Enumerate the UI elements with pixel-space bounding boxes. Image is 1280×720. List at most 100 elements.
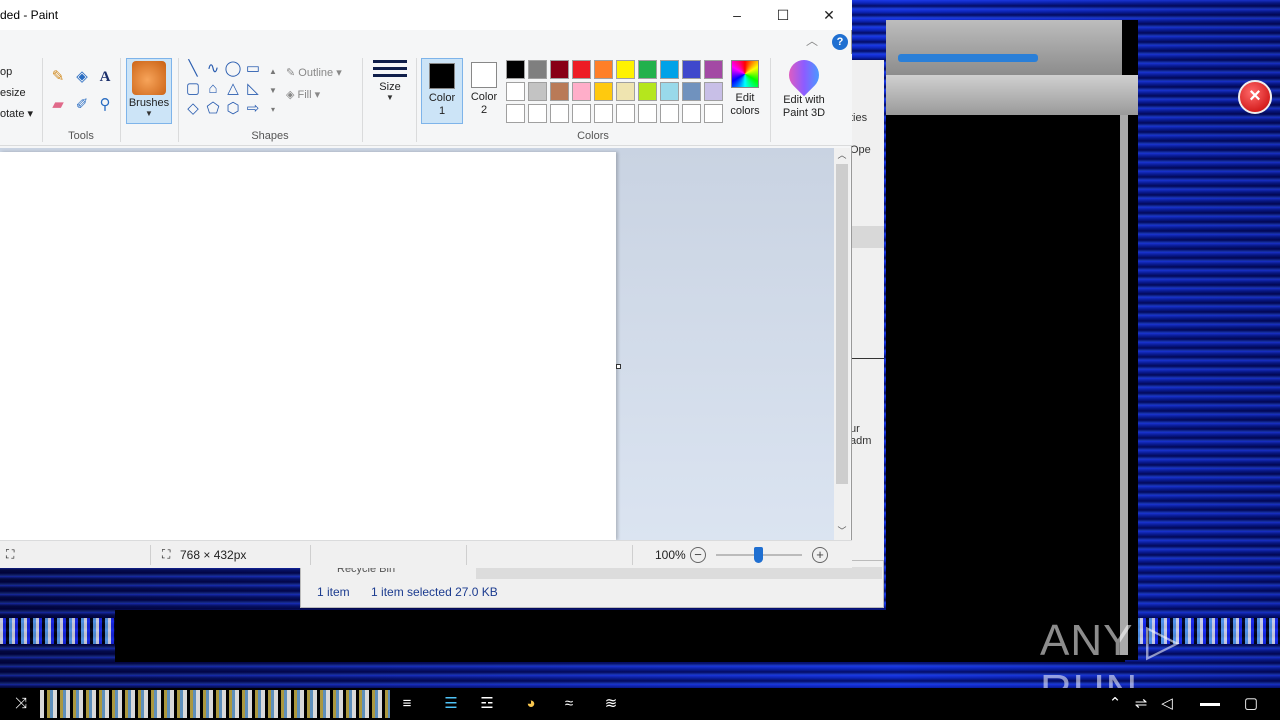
palette-swatch[interactable] <box>704 82 723 101</box>
oval-shape-icon[interactable]: ◯ <box>224 60 242 78</box>
color2-button[interactable]: Color 2 <box>466 58 502 124</box>
palette-swatch[interactable] <box>594 82 613 101</box>
palette-swatch[interactable] <box>616 82 635 101</box>
explorer-item-count: 1 item <box>317 585 350 599</box>
palette-swatch[interactable] <box>550 104 569 123</box>
palette-swatch[interactable] <box>572 104 591 123</box>
resize-handle[interactable] <box>616 364 621 369</box>
eraser-icon[interactable]: ▰ <box>49 96 67 114</box>
polygon-shape-icon[interactable]: ⌂ <box>204 80 222 98</box>
tray-overflow-icon[interactable]: ⌃ <box>1104 694 1126 714</box>
color-picker-icon[interactable]: ✐ <box>73 96 91 114</box>
colors-group-label: Colors <box>577 130 609 142</box>
palette-swatch[interactable] <box>506 104 525 123</box>
explorer-scrollbar[interactable] <box>476 567 882 579</box>
rotate-button[interactable]: otate ▾ <box>0 104 33 125</box>
palette-swatch[interactable] <box>572 60 591 79</box>
palette-swatch[interactable] <box>594 60 613 79</box>
palette-swatch[interactable] <box>704 104 723 123</box>
palette-swatch[interactable] <box>506 82 525 101</box>
color1-button[interactable]: Color 1 <box>421 58 463 124</box>
palette-swatch[interactable] <box>616 60 635 79</box>
resize-button[interactable]: esize <box>0 83 33 104</box>
palette-swatch[interactable] <box>660 82 679 101</box>
taskbar-app-icon[interactable]: ≋ <box>600 694 622 714</box>
pencil-icon[interactable]: ✎ <box>49 68 67 86</box>
notification-icon[interactable]: ▢ <box>1240 694 1262 714</box>
palette-swatch[interactable] <box>682 104 701 123</box>
shapes-gallery[interactable]: ╲ ∿ ◯ ▭ ▢ ⌂ △ ◺ ◇ ⬠ ⬡ ⇨ <box>184 60 268 122</box>
palette-swatch[interactable] <box>660 60 679 79</box>
crop-button[interactable]: op <box>0 62 33 83</box>
right-triangle-shape-icon[interactable]: ◺ <box>244 80 262 98</box>
maximize-button[interactable]: ☐ <box>760 0 806 30</box>
palette-swatch[interactable] <box>638 82 657 101</box>
hexagon-shape-icon[interactable]: ⬡ <box>224 100 242 118</box>
vertical-scrollbar[interactable]: ︿ ﹀ <box>834 148 850 540</box>
outline-icon: ✎ <box>286 67 299 79</box>
edit-with-paint3d-button[interactable]: Edit with Paint 3D <box>776 53 832 120</box>
palette-swatch[interactable] <box>638 104 657 123</box>
volume-icon[interactable]: ◁ <box>1156 694 1178 714</box>
minimize-button[interactable]: – <box>714 0 760 30</box>
rectangle-shape-icon[interactable]: ▭ <box>244 60 262 78</box>
rainbow-palette-icon <box>731 60 759 88</box>
explorer-divider <box>850 358 884 359</box>
brushes-button[interactable]: Brushes ▼ <box>126 58 172 124</box>
arrow-shape-icon[interactable]: ⇨ <box>244 100 262 118</box>
palette-swatch[interactable] <box>528 104 547 123</box>
taskbar-app-icon[interactable]: ☰ <box>440 694 462 714</box>
help-button[interactable]: ? <box>832 34 848 50</box>
shapes-scroll[interactable]: ▲ ▼ ▾ <box>268 62 278 122</box>
start-icon[interactable]: ⤨ <box>10 694 32 714</box>
size-button[interactable]: Size ▼ <box>370 60 410 102</box>
palette-swatch[interactable] <box>682 82 701 101</box>
palette-swatch[interactable] <box>660 104 679 123</box>
rounded-rectangle-shape-icon[interactable]: ▢ <box>184 80 202 98</box>
zoom-slider-thumb[interactable] <box>754 547 763 563</box>
line-shape-icon[interactable]: ╲ <box>184 60 202 78</box>
palette-swatch[interactable] <box>550 60 569 79</box>
phantom-window-toolbar <box>886 75 1138 115</box>
triangle-shape-icon[interactable]: △ <box>224 80 242 98</box>
scroll-down-icon[interactable]: ﹀ <box>834 524 850 537</box>
explorer-side-text: ties <box>850 112 868 124</box>
taskbar-app-icon[interactable]: ≈ <box>558 694 580 714</box>
magnifier-icon[interactable]: ⚲ <box>96 96 114 114</box>
palette-swatch[interactable] <box>550 82 569 101</box>
fill-bucket-icon[interactable]: ◈ <box>73 68 91 86</box>
close-button[interactable]: ✕ <box>806 0 852 30</box>
palette-swatch[interactable] <box>572 82 591 101</box>
network-icon[interactable]: ⇌ <box>1130 694 1152 714</box>
taskbar-app-icon[interactable]: ☲ <box>476 694 498 714</box>
zoom-out-icon[interactable]: − <box>690 547 706 563</box>
taskbar-app-icon[interactable]: ≡ <box>396 694 418 714</box>
divider <box>466 545 467 565</box>
palette-swatch[interactable] <box>704 60 723 79</box>
palette-swatch[interactable] <box>638 60 657 79</box>
pentagon-shape-icon[interactable]: ⬠ <box>204 100 222 118</box>
palette-swatch[interactable] <box>528 82 547 101</box>
clock[interactable]: ▬▬ <box>1190 694 1230 714</box>
text-tool-icon[interactable]: A <box>96 68 114 86</box>
palette-swatch[interactable] <box>682 60 701 79</box>
zoom-in-icon[interactable]: + <box>812 547 828 563</box>
curve-shape-icon[interactable]: ∿ <box>204 60 222 78</box>
scroll-up-icon[interactable]: ︿ <box>834 148 850 161</box>
outline-button[interactable]: ✎ Outline ▾ <box>286 62 342 84</box>
chevron-up-icon[interactable]: ︿ <box>806 32 818 49</box>
scrollbar-thumb[interactable] <box>836 164 848 484</box>
explorer-side-text: ur adm <box>850 423 872 447</box>
palette-swatch[interactable] <box>506 60 525 79</box>
chevron-down-icon: ▼ <box>145 109 153 118</box>
palette-swatch[interactable] <box>616 104 635 123</box>
taskbar-app-icon[interactable]: ◕ <box>520 694 542 714</box>
edit-colors-button[interactable]: Edit colors <box>728 60 762 118</box>
drawing-canvas[interactable] <box>0 152 616 540</box>
close-icon[interactable]: × <box>1238 80 1272 114</box>
divider <box>120 58 121 142</box>
palette-swatch[interactable] <box>594 104 613 123</box>
diamond-shape-icon[interactable]: ◇ <box>184 100 202 118</box>
fill-button[interactable]: ◈ Fill ▾ <box>286 84 342 106</box>
palette-swatch[interactable] <box>528 60 547 79</box>
